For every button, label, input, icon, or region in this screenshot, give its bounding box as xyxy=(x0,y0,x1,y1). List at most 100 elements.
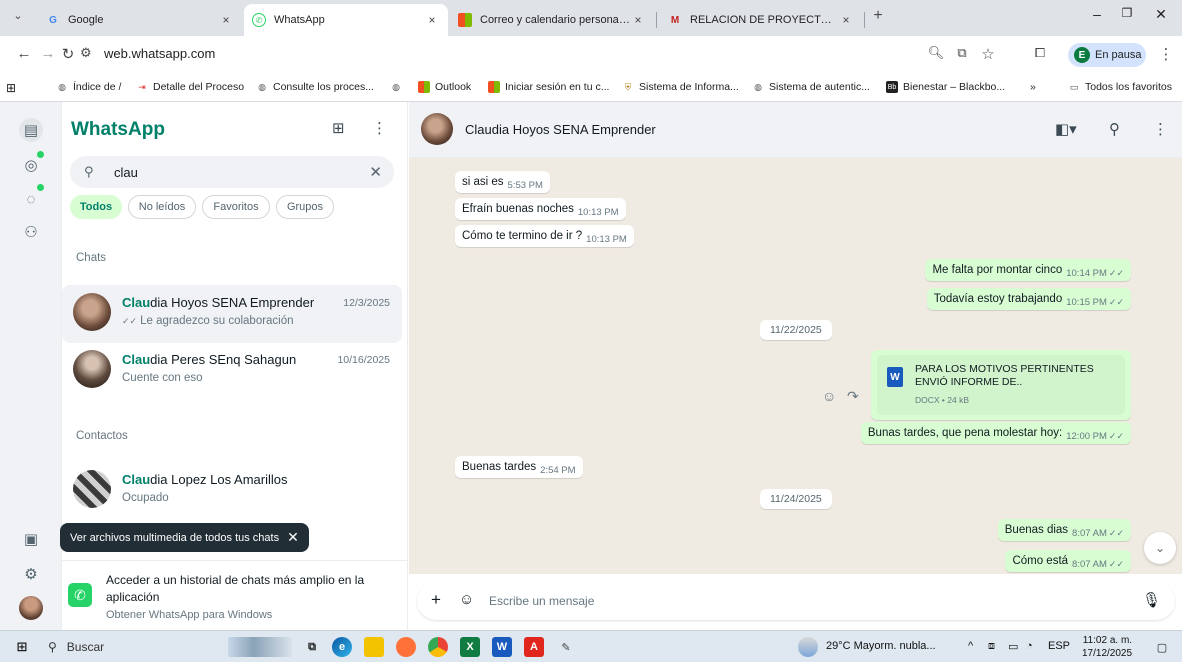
tray-chevron-icon[interactable]: ^ xyxy=(968,640,973,652)
filter-groups[interactable]: Grupos xyxy=(276,195,334,219)
tab-whatsapp[interactable]: ✆ WhatsApp × xyxy=(244,4,448,36)
download-app-banner[interactable]: ✆ Acceder a un historial de chats más am… xyxy=(62,560,407,630)
chat-list-item[interactable]: Claudia Hoyos SENA Emprender 12/3/2025 ✓… xyxy=(62,285,402,343)
paint-icon[interactable]: ✎ xyxy=(556,637,576,657)
new-chat-icon[interactable]: ⊞ xyxy=(332,119,345,137)
file-explorer-icon[interactable] xyxy=(364,637,384,657)
site-info-icon[interactable]: ⚙ xyxy=(80,45,92,61)
message-input[interactable]: Escribe un mensaje xyxy=(489,594,594,608)
filter-favorites[interactable]: Favoritos xyxy=(202,195,270,219)
windows-start-icon[interactable]: ⊞ xyxy=(12,637,32,657)
clock[interactable]: 11:02 a. m. 17/12/2025 xyxy=(1082,634,1132,660)
message-incoming[interactable]: Cómo te termino de ir ? 10:13 PM xyxy=(455,225,634,247)
extensions-icon[interactable]: ⧠ xyxy=(1030,45,1050,61)
close-tooltip-icon[interactable]: ✕ xyxy=(287,529,299,546)
filter-unread[interactable]: No leídos xyxy=(128,195,196,219)
chats-icon[interactable]: ▤ xyxy=(19,118,43,142)
search-highlight-image[interactable] xyxy=(228,637,292,657)
emoji-icon[interactable]: ☺ xyxy=(459,591,474,608)
microphone-icon[interactable]: 🎙︎ xyxy=(1142,591,1161,609)
weather-text[interactable]: 29°C Mayorm. nubla... xyxy=(826,640,936,652)
message-outgoing[interactable]: Todavía estoy trabajando 10:15 PM ✓✓ xyxy=(926,288,1131,310)
message-incoming[interactable]: si asi es 5:53 PM xyxy=(455,171,550,193)
word-icon[interactable]: W xyxy=(492,637,512,657)
battery-icon[interactable]: ▭ xyxy=(1008,640,1018,653)
tab-google[interactable]: G Google × xyxy=(38,4,242,36)
minimize-icon[interactable]: – xyxy=(1082,6,1112,22)
communities-icon[interactable]: ⚇ xyxy=(19,220,43,244)
filter-all[interactable]: Todos xyxy=(70,195,122,219)
firefox-icon[interactable] xyxy=(396,637,416,657)
language-indicator[interactable]: ESP xyxy=(1048,640,1070,652)
bookmark-star-icon[interactable]: ☆ xyxy=(978,45,998,63)
chat-list-item[interactable]: Claudia Peres SEnq Sahagun 10/16/2025 Cu… xyxy=(62,342,402,400)
message-incoming[interactable]: Efraín buenas noches 10:13 PM xyxy=(455,198,626,220)
message-incoming[interactable]: Buenas tardes 2:54 PM xyxy=(455,456,583,478)
media-gallery-icon[interactable]: ▣ xyxy=(19,527,43,551)
profile-avatar[interactable] xyxy=(19,596,43,620)
conversation-header[interactable]: Claudia Hoyos SENA Emprender ◧▾ ⚲ ⋮ xyxy=(409,102,1182,158)
bookmark-item[interactable]: Bb Bienestar – Blackbo... xyxy=(886,81,1005,93)
scroll-to-bottom-button[interactable]: ⌄ xyxy=(1144,532,1176,564)
bookmark-item[interactable]: ◍ xyxy=(390,81,407,93)
menu-icon[interactable]: ⋮ xyxy=(1153,120,1168,138)
bookmark-item[interactable]: Iniciar sesión en tu c... xyxy=(488,81,609,93)
bookmarks-overflow[interactable]: » xyxy=(1030,81,1036,93)
acrobat-icon[interactable]: A xyxy=(524,637,544,657)
message-outgoing[interactable]: Buenas dias 8:07 AM ✓✓ xyxy=(997,519,1131,541)
install-app-icon[interactable]: ⧉ xyxy=(952,45,972,61)
back-icon[interactable]: ← xyxy=(14,45,34,62)
tab-search-chevron-icon[interactable]: ⌄ xyxy=(8,9,28,22)
clear-search-icon[interactable]: ✕ xyxy=(369,163,382,181)
tab-gmail[interactable]: M RELACION DE PROYECTOS EVAL × xyxy=(660,4,862,36)
message-outgoing[interactable]: Bunas tardes, que pena molestar hoy: 12:0… xyxy=(860,422,1131,444)
browser-menu-icon[interactable]: ⋮ xyxy=(1156,45,1176,63)
forward-icon[interactable]: ↷ xyxy=(847,388,859,405)
tab-outlook[interactable]: Correo y calendario personal de × xyxy=(450,4,654,36)
excel-icon[interactable]: X xyxy=(460,637,480,657)
apps-grid-icon[interactable]: ⊞ xyxy=(6,81,16,95)
forward-icon[interactable]: → xyxy=(38,45,58,62)
wifi-icon[interactable]: ◔ xyxy=(1026,640,1033,652)
search-icon[interactable]: ⚲ xyxy=(1109,120,1120,138)
chrome-icon[interactable] xyxy=(428,637,448,657)
settings-gear-icon[interactable]: ⚙ xyxy=(19,562,43,586)
bookmark-item[interactable]: ◍ Índice de / xyxy=(56,81,121,93)
bookmark-item[interactable]: ⇥ Detalle del Proceso xyxy=(136,81,244,93)
search-input[interactable]: clau xyxy=(114,165,138,180)
video-call-icon[interactable]: ◧▾ xyxy=(1055,120,1077,138)
bookmark-item[interactable]: Outlook xyxy=(418,81,471,93)
close-window-icon[interactable]: ✕ xyxy=(1146,6,1176,23)
bookmark-item[interactable]: ◍ Sistema de autentic... xyxy=(752,81,870,93)
bookmark-item[interactable]: ◍ Consulte los proces... xyxy=(256,81,374,93)
react-emoji-icon[interactable]: ☺ xyxy=(822,388,836,404)
attach-plus-icon[interactable]: + xyxy=(431,590,441,610)
menu-icon[interactable]: ⋮ xyxy=(372,119,387,137)
address-bar[interactable]: web.whatsapp.com xyxy=(104,46,215,61)
meet-now-icon[interactable]: ⧈ xyxy=(988,640,995,653)
taskbar-search[interactable]: ⚲ Buscar xyxy=(48,637,228,657)
close-tab-icon[interactable]: × xyxy=(424,13,440,27)
reload-icon[interactable]: ↻ xyxy=(58,45,78,63)
task-view-icon[interactable]: ⧉ xyxy=(302,637,322,657)
zoom-icon[interactable]: 🔍︎ xyxy=(926,45,946,61)
message-outgoing[interactable]: Me falta por montar cinco 10:14 PM ✓✓ xyxy=(925,259,1131,281)
message-outgoing[interactable]: Cómo está 8:07 AM ✓✓ xyxy=(1005,550,1131,572)
restore-icon[interactable]: ❐ xyxy=(1112,6,1142,20)
contact-list-item[interactable]: Claudia Lopez Los Amarillos Ocupado xyxy=(62,462,402,520)
contact-name[interactable]: Claudia Hoyos SENA Emprender xyxy=(465,122,656,137)
search-field[interactable]: ⚲ clau ✕ xyxy=(70,156,394,188)
promo-link[interactable]: Obtener WhatsApp para Windows xyxy=(106,609,272,621)
contact-avatar[interactable] xyxy=(421,113,453,145)
notifications-icon[interactable]: ▢ xyxy=(1152,637,1172,657)
weather-icon[interactable] xyxy=(798,637,818,657)
close-tab-icon[interactable]: × xyxy=(630,13,646,27)
edge-browser-icon[interactable]: e xyxy=(332,637,352,657)
close-tab-icon[interactable]: × xyxy=(218,13,234,27)
profile-button[interactable]: E En pausa xyxy=(1068,43,1146,67)
all-bookmarks[interactable]: ▭ Todos los favoritos xyxy=(1068,81,1172,93)
bookmark-item[interactable]: ⛨ Sistema de Informa... xyxy=(622,81,739,93)
document-card[interactable]: W PARA LOS MOTIVOS PERTINENTES ENVIÓ INF… xyxy=(877,355,1125,415)
new-tab-button[interactable]: + xyxy=(868,7,888,25)
document-message[interactable]: W PARA LOS MOTIVOS PERTINENTES ENVIÓ INF… xyxy=(871,350,1131,420)
